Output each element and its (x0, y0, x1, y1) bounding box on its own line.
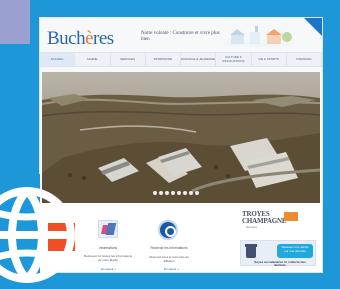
slide-dot[interactable] (195, 191, 199, 195)
site-tagline: Notre volonté : Construire et vivre plus… (141, 31, 220, 42)
information-text: Retrouvez ici toutes les informations de… (83, 254, 133, 262)
nav-enfance-jeunesse[interactable]: Enfance & Jeunesse (181, 53, 217, 66)
subscription-badge-icon[interactable] (158, 220, 178, 240)
alert-cloud-text: Recevez une alerte sur vos déchets (281, 245, 309, 253)
troyes-champagne-logo[interactable]: TROYES CHAMPAGNE (242, 211, 287, 225)
troyes-logo-line2: CHAMPAGNE (242, 217, 287, 225)
logo-text-tail: res (93, 28, 114, 49)
nav-vie-sports[interactable]: Vie & Sports (252, 53, 287, 66)
slide-dot[interactable] (189, 191, 193, 195)
slide-dot[interactable] (183, 191, 187, 195)
nav-accueil[interactable]: Accueil (40, 53, 76, 66)
town-sketch-icon (224, 26, 294, 47)
hero-slideshow[interactable] (42, 72, 320, 203)
website-screenshot: Buchères Notre volonté : Construire et v… (40, 18, 322, 272)
main-navigation: Accueil Mairie Services Patrimoine Enfan… (40, 52, 322, 67)
slide-dot[interactable] (165, 191, 169, 195)
waste-alert-card[interactable]: Recevez une alerte sur vos déchets Soyez… (240, 240, 316, 268)
slide-dot[interactable] (177, 191, 181, 195)
subscription-more-link[interactable]: En savoir + (164, 267, 179, 271)
waste-alert-text: Soyez au calendrier tri collecte des déc… (254, 260, 306, 268)
globe-icon (0, 187, 75, 283)
nav-finances[interactable]: Finances (287, 53, 322, 66)
logo-text-main: Buch (47, 28, 86, 49)
information-more-link[interactable]: En savoir + (101, 267, 116, 271)
site-logo[interactable]: Buchères (47, 28, 114, 50)
slide-dot[interactable] (153, 191, 157, 195)
nav-patrimoine[interactable]: Patrimoine (146, 53, 181, 66)
orange-partner-logo[interactable] (284, 212, 298, 221)
slideshow-dots (153, 191, 199, 195)
aerial-town-image (42, 72, 320, 203)
information-title: Informations (98, 246, 118, 250)
homepage-bottom-section: Informations Retrouvez ici toutes les in… (40, 203, 322, 272)
slide-dot[interactable] (171, 191, 175, 195)
logo-text-accent: è (85, 28, 94, 49)
nav-mairie[interactable]: Mairie (75, 53, 111, 66)
corner-shade (304, 18, 322, 36)
nav-culture-associations[interactable]: Culture & Associations (216, 53, 252, 66)
trash-bin-icon (246, 246, 256, 258)
slide-dot[interactable] (159, 191, 163, 195)
nav-services[interactable]: Services (111, 53, 146, 66)
troyes-logo-subtitle: Métropole (246, 226, 258, 229)
subscription-title: Recevoir les informations (150, 246, 188, 250)
information-image[interactable] (98, 220, 118, 238)
subscription-text: Abonnez-vous à notre liste de diffusion (149, 255, 189, 263)
